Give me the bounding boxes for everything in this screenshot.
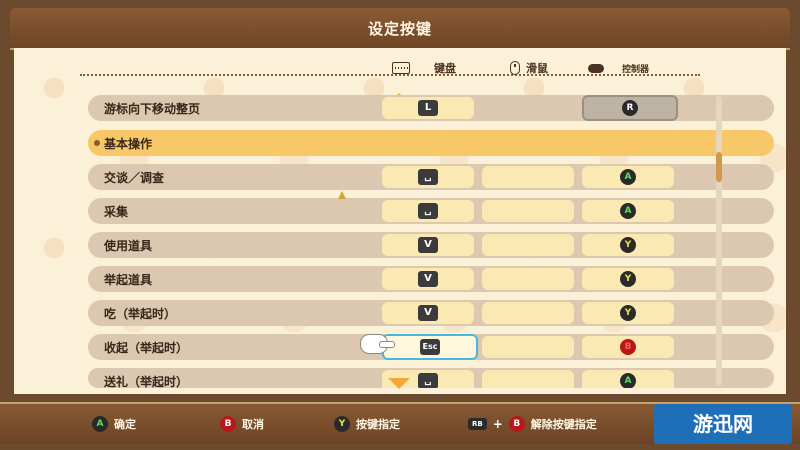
column-keyboard-label: 键盘 <box>434 62 456 75</box>
v-key-icon: V <box>418 305 438 321</box>
scrollbar-thumb[interactable] <box>716 152 722 182</box>
a-button-icon: A <box>620 203 636 219</box>
binding-row[interactable]: 采集 ␣ A <box>88 198 774 224</box>
y-button-icon: Y <box>620 305 636 321</box>
b-button-icon: B <box>620 339 636 355</box>
controller-binding-cell[interactable]: A <box>582 370 674 388</box>
a-button-icon: A <box>620 169 636 185</box>
binding-row[interactable]: 使用道具 V Y <box>88 232 774 258</box>
footer-cancel-label: 取消 <box>242 418 264 431</box>
y-button-icon: Y <box>620 271 636 287</box>
mouse-binding-cell[interactable] <box>482 370 574 388</box>
y-button-icon: Y <box>620 237 636 253</box>
keyboard-binding-cell-selected[interactable]: Esc <box>382 334 478 360</box>
controller-binding-cell[interactable]: Y <box>582 268 674 290</box>
game-window: 设定按键 键盘 滑鼠 控制器 游标向下移动整页 L R 基本操作 交谈／调查 ␣… <box>0 0 800 450</box>
keyboard-binding-cell[interactable]: V <box>382 234 474 256</box>
rb-button-icon: R <box>622 100 638 116</box>
b-button-icon: B <box>508 416 525 432</box>
y-button-icon: Y <box>334 416 350 432</box>
mouse-icon <box>510 61 520 75</box>
binding-row[interactable]: 交谈／调查 ␣ A <box>88 164 774 190</box>
esc-key-icon: Esc <box>420 339 440 355</box>
watermark-logo: 游迅网 <box>654 404 792 444</box>
mouse-binding-cell[interactable] <box>482 336 574 358</box>
footer-confirm-label: 确定 <box>114 418 136 431</box>
footer-confirm[interactable]: A 确定 <box>92 416 136 432</box>
section-label: 基本操作 <box>104 137 153 151</box>
controller-binding-cell[interactable]: R <box>582 95 678 121</box>
small-pointer-icon <box>338 191 346 199</box>
controller-binding-cell[interactable]: A <box>582 200 674 222</box>
footer-assign-label: 按键指定 <box>356 418 400 431</box>
binding-row-selected[interactable]: 收起（举起时） Esc B <box>88 334 774 360</box>
plus-icon: + <box>492 417 503 431</box>
row-label: 游标向下移动整页 <box>104 102 201 116</box>
mouse-binding-cell[interactable] <box>482 302 574 324</box>
a-button-icon: A <box>620 373 636 388</box>
footer-unassign[interactable]: RB + B 解除按键指定 <box>468 416 597 432</box>
section-bullet-icon <box>94 140 100 146</box>
footer-unassign-label: 解除按键指定 <box>530 418 597 431</box>
a-button-icon: A <box>92 416 108 432</box>
mouse-binding-cell[interactable] <box>482 166 574 188</box>
keyboard-binding-cell[interactable]: L <box>382 97 474 119</box>
keyboard-binding-cell[interactable]: ␣ <box>382 200 474 222</box>
column-mouse-label: 滑鼠 <box>526 62 548 75</box>
v-key-icon: V <box>418 237 438 253</box>
column-keyboard: 键盘 <box>392 58 456 78</box>
binding-row[interactable]: 举起道具 V Y <box>88 266 774 292</box>
binding-row[interactable]: 吃（举起时） V Y <box>88 300 774 326</box>
column-controller: 控制器 <box>588 58 649 78</box>
binding-row-partial[interactable]: 送礼（举起时） ␣ A <box>88 368 774 388</box>
keyboard-icon <box>392 62 410 74</box>
row-label: 采集 <box>104 205 129 219</box>
space-key-icon: ␣ <box>418 373 438 388</box>
mouse-binding-cell[interactable] <box>482 200 574 222</box>
key-l: L <box>418 100 438 116</box>
row-label: 送礼（举起时） <box>104 375 189 388</box>
keyboard-binding-cell[interactable]: V <box>382 268 474 290</box>
column-mouse: 滑鼠 <box>510 58 548 78</box>
b-button-icon: B <box>220 416 236 432</box>
scroll-down-arrow-icon[interactable] <box>388 378 410 389</box>
section-basic-operations: 基本操作 <box>88 130 774 156</box>
controller-binding-cell[interactable]: B <box>582 336 674 358</box>
keyboard-binding-cell[interactable]: ␣ <box>382 166 474 188</box>
controller-binding-cell[interactable]: A <box>582 166 674 188</box>
controller-binding-cell[interactable]: Y <box>582 234 674 256</box>
mouse-binding-cell[interactable] <box>482 268 574 290</box>
title-bar: 设定按键 <box>10 8 790 50</box>
controller-binding-cell[interactable]: Y <box>582 302 674 324</box>
row-label: 吃（举起时） <box>104 307 177 321</box>
row-label: 收起（举起时） <box>104 341 189 355</box>
rb-button-icon: RB <box>468 418 487 430</box>
mouse-binding-cell[interactable] <box>482 234 574 256</box>
row-label: 使用道具 <box>104 239 153 253</box>
keyboard-binding-cell[interactable]: V <box>382 302 474 324</box>
gamepad-icon <box>588 63 604 73</box>
page-title: 设定按键 <box>367 20 432 38</box>
binding-row-page-down[interactable]: 游标向下移动整页 L R <box>88 95 774 121</box>
column-controller-label: 控制器 <box>622 64 650 75</box>
row-label: 交谈／调查 <box>104 171 165 185</box>
v-key-icon: V <box>418 271 438 287</box>
footer-cancel[interactable]: B 取消 <box>220 416 264 432</box>
footer-assign[interactable]: Y 按键指定 <box>334 416 400 432</box>
hand-cursor-icon <box>360 334 395 354</box>
scrollbar[interactable] <box>716 96 722 386</box>
space-key-icon: ␣ <box>418 203 438 219</box>
row-label: 举起道具 <box>104 273 153 287</box>
space-key-icon: ␣ <box>418 169 438 185</box>
